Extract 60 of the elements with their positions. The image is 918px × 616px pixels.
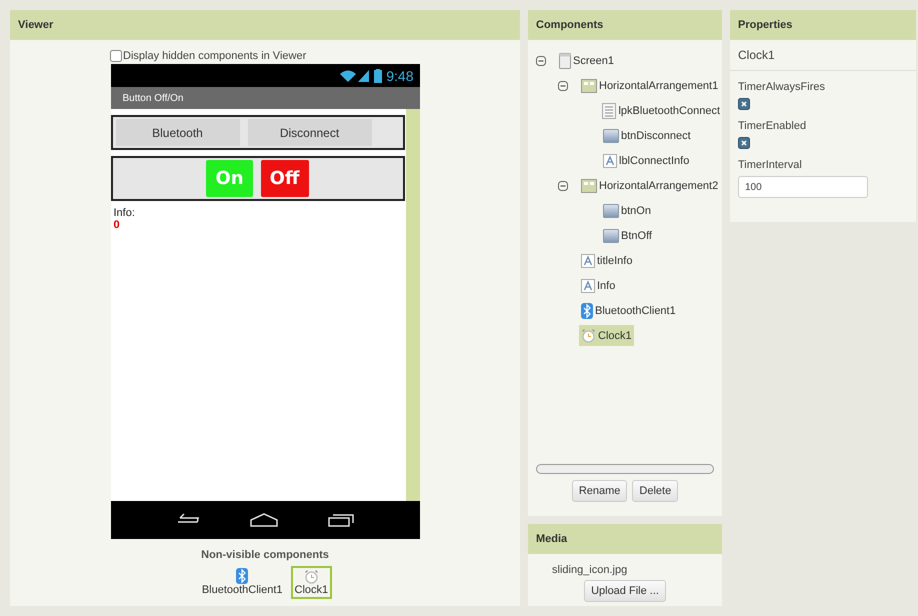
preview-button[interactable]: Off [260,160,308,197]
component-item[interactable]: BluetoothClient1 [198,565,287,599]
info-title: Info: [112,207,136,219]
checkbox[interactable] [110,50,122,62]
section-title: Non-visible components [201,549,329,561]
panel-header: Components [528,10,722,40]
checkbox-label: Display hidden components in Viewer [123,50,306,62]
app-title-bar: Button Off/On [110,87,420,109]
recent-apps-icon[interactable] [328,513,354,527]
upload-button[interactable]: Upload File ... [584,580,666,602]
tree-item[interactable]: lpkBluetoothConnect [600,100,722,122]
collapse-toggle[interactable] [536,56,546,66]
action-button[interactable]: Rename [572,480,628,502]
tree-item[interactable]: BtnOff [601,226,654,246]
clock-icon [304,569,319,584]
bluetooth-icon [236,568,248,584]
preview-button[interactable]: Bluetooth [116,119,240,146]
tree-item[interactable]: titleInfo [579,250,634,270]
collapse-toggle[interactable] [558,80,568,90]
tree-item[interactable]: Clock1 [579,325,634,346]
info-value: 0 [112,219,121,231]
component-item[interactable]: Clock1 [290,566,332,599]
preview-button[interactable]: Disconnect [248,119,372,146]
panel-header: Viewer [10,10,520,40]
arrangement-icon [581,178,597,192]
tree-item[interactable]: HorizontalArrangement2 [579,176,720,196]
bluetooth-icon [581,302,593,318]
tree-item[interactable]: BluetoothClient1 [579,300,678,322]
checkbox[interactable] [738,98,750,110]
action-button[interactable]: Delete [632,480,678,502]
tree-item[interactable]: Screen1 [557,50,616,72]
status-time: 9:48 [386,68,414,84]
label-icon [581,278,595,292]
home-icon[interactable] [250,513,278,527]
property-label: TimerEnabled [738,120,808,132]
arrangement-icon [581,78,597,92]
checkbox[interactable] [738,137,750,149]
list-icon [602,102,616,118]
battery-icon [374,68,382,82]
button-icon [603,228,619,242]
tree-item[interactable]: lblConnectInfo [601,150,692,170]
tree-item[interactable]: btnDisconnect [601,126,693,146]
button-icon [603,128,619,142]
tree-item[interactable]: Info [579,276,618,296]
property-label: TimerInterval [738,159,803,171]
property-label: TimerAlwaysFires [738,81,826,93]
signal-icon [340,68,370,82]
panel-header: Media [528,524,722,554]
selected-component-name: Clock1 [730,40,916,71]
screen-icon [559,52,571,68]
clock-icon [581,328,596,343]
collapse-toggle[interactable] [558,180,568,190]
tree-item[interactable]: HorizontalArrangement1 [579,76,720,96]
button-icon [603,204,619,218]
label-icon [581,254,595,268]
media-file[interactable]: sliding_icon.jpg [528,554,722,580]
panel-header: Properties [730,10,916,40]
input-field[interactable]: 100 [738,176,868,198]
tree-item[interactable]: btnOn [601,200,653,220]
label-icon [603,154,617,168]
